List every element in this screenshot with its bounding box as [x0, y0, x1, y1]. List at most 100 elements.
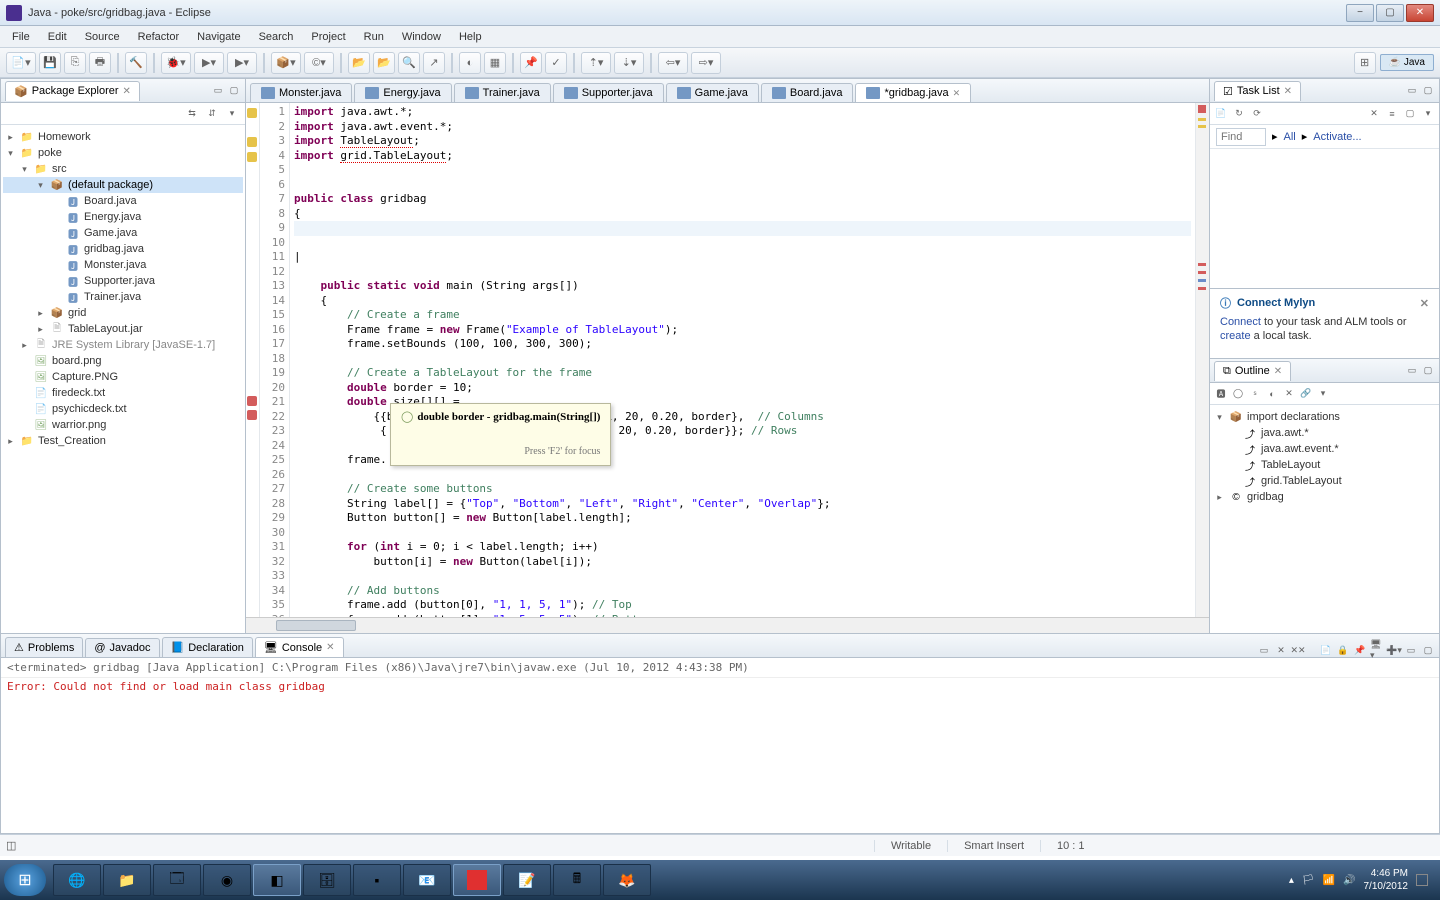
db-taskbar-icon[interactable]: 🗄 — [303, 864, 351, 896]
run-button[interactable]: ▶▾ — [194, 52, 224, 74]
toggle-mark-button[interactable]: ◐ — [459, 52, 481, 74]
forward-button[interactable]: ⇨▾ — [691, 52, 721, 74]
expand-icon[interactable]: ▸ — [35, 324, 46, 335]
tree-node[interactable]: ▸🗎TableLayout.jar — [3, 321, 243, 337]
tray-network-icon[interactable]: 📶 — [1323, 875, 1335, 886]
editor-tab[interactable]: Monster.java — [250, 83, 352, 102]
scroll-lock-icon[interactable]: 🔒 — [1336, 643, 1350, 657]
open-console-icon[interactable]: ➕▾ — [1387, 643, 1401, 657]
bottom-tab-javadoc[interactable]: @Javadoc — [85, 638, 159, 657]
maximize-view-icon[interactable]: ▢ — [227, 84, 241, 98]
warning-marker-icon[interactable] — [247, 137, 257, 147]
system-tray[interactable]: ▴ 🏳 📶 🔊 4:46 PM 7/10/2012 — [1281, 867, 1436, 893]
red-app-taskbar-icon[interactable] — [453, 864, 501, 896]
tree-node[interactable]: 📄firedeck.txt — [3, 385, 243, 401]
editor-tab[interactable]: Trainer.java — [454, 83, 551, 102]
expand-icon[interactable]: ▸ — [5, 436, 16, 447]
overview-mark[interactable] — [1198, 118, 1206, 121]
calc-taskbar-icon[interactable]: 🖩 — [553, 864, 601, 896]
hide-local-icon[interactable]: ✕ — [1282, 387, 1296, 401]
focus-icon[interactable]: 🔗 — [1299, 387, 1313, 401]
close-icon[interactable]: ✕ — [1284, 86, 1292, 97]
view-menu-icon[interactable]: ▾ — [225, 107, 239, 121]
task-list-tab[interactable]: ☑ Task List ✕ — [1214, 81, 1301, 101]
toggle-block-button[interactable]: ▦ — [484, 52, 506, 74]
view-menu-icon[interactable]: ▾ — [1421, 107, 1435, 121]
search-button[interactable]: 🔍 — [398, 52, 420, 74]
tray-arrow-icon[interactable]: ▴ — [1289, 875, 1294, 886]
explorer-taskbar-icon[interactable]: 📁 — [103, 864, 151, 896]
all-link[interactable]: All — [1284, 131, 1296, 143]
remove-all-terminated-icon[interactable]: ✕✕ — [1291, 643, 1305, 657]
tree-node[interactable]: 🅹Game.java — [3, 225, 243, 241]
maximize-view-icon[interactable]: ▢ — [1421, 364, 1435, 378]
menu-file[interactable]: File — [4, 28, 38, 46]
tray-flag-icon[interactable]: 🏳 — [1302, 875, 1315, 886]
expand-icon[interactable]: ▸ — [19, 340, 30, 351]
categorize-icon[interactable]: ≡ — [1385, 107, 1399, 121]
tree-node[interactable]: 🅹Board.java — [3, 193, 243, 209]
save-button[interactable]: 💾 — [39, 52, 61, 74]
gimp-taskbar-icon[interactable]: 🦊 — [603, 864, 651, 896]
menu-search[interactable]: Search — [251, 28, 302, 46]
error-marker-icon[interactable] — [247, 396, 257, 406]
open-perspective-button[interactable]: ⊞ — [1354, 52, 1376, 74]
new-task-icon[interactable]: 📄 — [1214, 107, 1228, 121]
maximize-view-icon[interactable]: ▢ — [1421, 643, 1435, 657]
minimize-view-icon[interactable]: ▭ — [1405, 84, 1419, 98]
hide-static-icon[interactable]: ˢ — [1248, 387, 1262, 401]
sync-icon[interactable]: ⟳ — [1250, 107, 1264, 121]
task-button[interactable]: ✓ — [545, 52, 567, 74]
back-button[interactable]: ⇦▾ — [658, 52, 688, 74]
chrome-taskbar-icon[interactable]: ◉ — [203, 864, 251, 896]
error-marker-icon[interactable] — [247, 410, 257, 420]
tree-node[interactable]: 🅹Supporter.java — [3, 273, 243, 289]
close-icon[interactable]: ✕ — [1420, 297, 1429, 310]
package-tree[interactable]: ▸📁Homework▾📁poke▾📁src▾📦(default package)… — [1, 125, 245, 633]
start-button[interactable]: ⊞ — [4, 864, 46, 896]
overview-mark[interactable] — [1198, 271, 1206, 274]
pin-console-icon[interactable]: 📌 — [1353, 643, 1367, 657]
menu-source[interactable]: Source — [77, 28, 128, 46]
menu-run[interactable]: Run — [356, 28, 392, 46]
tree-node[interactable]: ▸📁Homework — [3, 129, 243, 145]
save-all-button[interactable]: ⎘ — [64, 52, 86, 74]
display-console-icon[interactable]: 🖥▾ — [1370, 643, 1384, 657]
editor-tab[interactable]: Board.java — [761, 83, 854, 102]
filter-icon[interactable]: ✕ — [1367, 107, 1381, 121]
show-desktop-button[interactable] — [1416, 874, 1428, 886]
remove-all-icon[interactable]: ✕ — [1274, 643, 1288, 657]
close-tab-icon[interactable]: ✕ — [953, 88, 961, 99]
outline-tab[interactable]: ⧉ Outline ✕ — [1214, 361, 1291, 381]
minimize-view-icon[interactable]: ▭ — [1404, 643, 1418, 657]
outline-node[interactable]: ⤴TableLayout — [1212, 457, 1437, 473]
close-icon[interactable]: ✕ — [1274, 366, 1282, 377]
expand-icon[interactable]: ▾ — [5, 148, 16, 159]
outline-node[interactable]: ⤴grid.TableLayout — [1212, 473, 1437, 489]
open-type-button[interactable]: 📂 — [348, 52, 370, 74]
overview-ruler[interactable] — [1195, 103, 1209, 617]
java-perspective-button[interactable]: ☕ Java — [1380, 54, 1434, 71]
menu-window[interactable]: Window — [394, 28, 449, 46]
outline-node[interactable]: ⤴java.awt.* — [1212, 425, 1437, 441]
view-menu-icon[interactable]: ▾ — [1316, 387, 1330, 401]
expand-icon[interactable]: ▾ — [19, 164, 30, 175]
outline-node[interactable]: ▸©gridbag — [1212, 489, 1437, 505]
hide-fields-icon[interactable]: ◯ — [1231, 387, 1245, 401]
task-find-input[interactable] — [1216, 128, 1266, 146]
collapse-icon[interactable]: ▢ — [1403, 107, 1417, 121]
new-package-button[interactable]: 📦▾ — [271, 52, 301, 74]
maximize-view-icon[interactable]: ▢ — [1421, 84, 1435, 98]
overview-mark[interactable] — [1198, 287, 1206, 290]
refresh-icon[interactable]: ↻ — [1232, 107, 1246, 121]
link-editor-icon[interactable]: ⇵ — [205, 107, 219, 121]
build-button[interactable]: 🔨 — [125, 52, 147, 74]
bottom-tab-declaration[interactable]: 📘Declaration — [162, 637, 253, 657]
close-icon[interactable]: ✕ — [123, 86, 131, 97]
open-task-button[interactable]: 📂 — [373, 52, 395, 74]
print-button[interactable]: 🖶 — [89, 52, 111, 74]
tree-node[interactable]: ▾📁poke — [3, 145, 243, 161]
editor-tab[interactable]: Supporter.java — [553, 83, 664, 102]
outline-node[interactable]: ⤴java.awt.event.* — [1212, 441, 1437, 457]
tree-node[interactable]: ▸🗎JRE System Library [JavaSE-1.7] — [3, 337, 243, 353]
